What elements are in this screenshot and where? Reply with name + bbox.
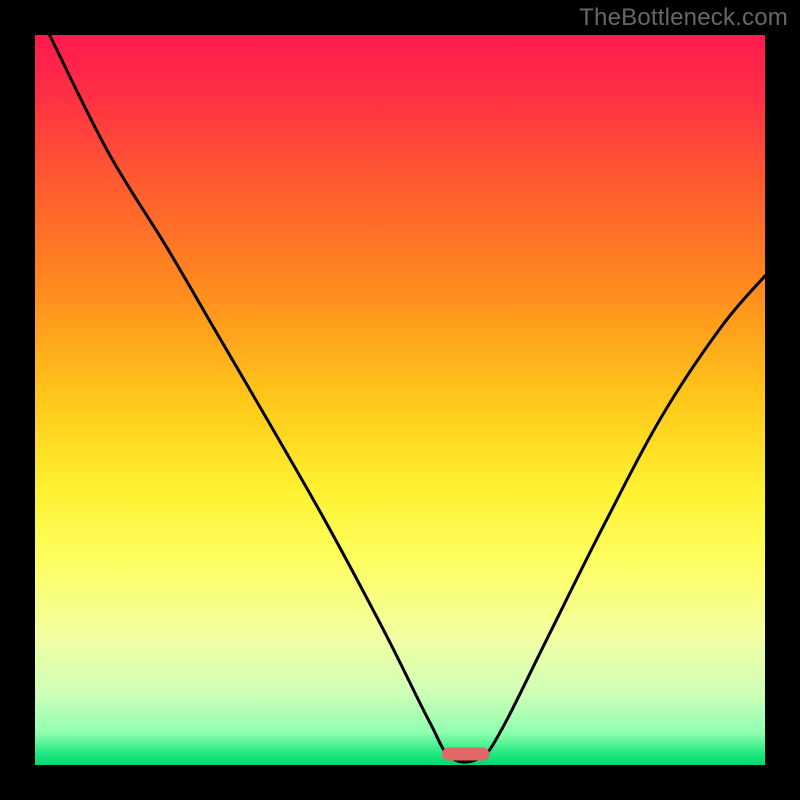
watermark-text: TheBottleneck.com	[579, 4, 788, 32]
chart-frame: TheBottleneck.com	[0, 0, 800, 800]
chart-gradient-background	[35, 35, 765, 765]
optimal-marker	[442, 748, 489, 761]
bottleneck-chart	[0, 0, 800, 800]
